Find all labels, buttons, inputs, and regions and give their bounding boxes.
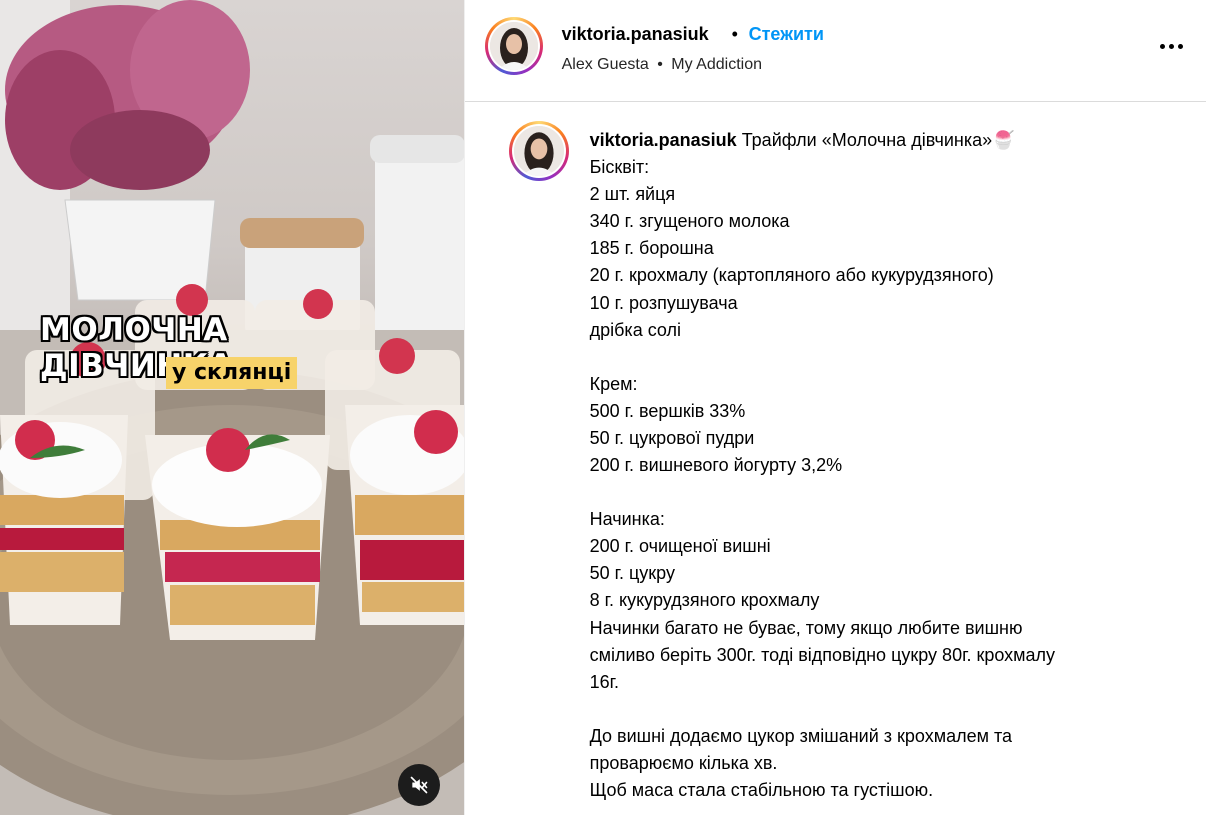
caption-line: 16г. — [589, 671, 619, 692]
caption-line: Щоб маса стала стабільною та густішою. — [589, 779, 934, 800]
header-separator: • — [731, 24, 738, 44]
post-caption: viktoria.panasiuk Трайфли «Молочна дівчи… — [590, 127, 1180, 804]
avatar-photo — [489, 22, 538, 70]
caption-line — [590, 344, 1180, 371]
caption-body: Бісквіт: 2 шт. яйця 340 г. згущеного молок… — [590, 154, 1180, 804]
caption-first-line: viktoria.panasiuk Трайфли «Молочна дівчи… — [590, 127, 1180, 154]
caption-line: Начинка: — [589, 509, 665, 530]
more-options-icon-dot — [1169, 43, 1175, 49]
caption-line: 50 г. цукру — [589, 563, 675, 584]
more-options-icon-dot — [1178, 43, 1184, 49]
author-avatar[interactable] — [484, 17, 543, 75]
post-details: viktoria.panasiuk • Стежити Alex Guesta … — [463, 0, 1206, 815]
caption-line: Крем: — [589, 373, 638, 394]
post-video[interactable]: МОЛОЧНА ДІВЧИНКА у склянці — [0, 0, 464, 815]
caption-username[interactable]: viktoria.panasiuk — [590, 130, 737, 150]
profile-photo-icon — [513, 126, 564, 176]
avatar-photo — [513, 126, 564, 176]
caption-line: 2 шт. яйця — [589, 184, 676, 205]
caption-line: 20 г. крохмалу (картопляного або кукуруд… — [589, 265, 994, 286]
caption-line: дрібка солі — [589, 319, 682, 340]
caption-line: 185 г. борошна — [589, 238, 714, 259]
caption-title: Трайфли «Молочна дівчинка» — [741, 130, 993, 150]
caption-line: Начинки багато не буває, тому якщо любит… — [589, 617, 1023, 638]
audio-artist[interactable]: Alex Guesta — [562, 56, 649, 73]
caption-line: 10 г. розпушувача — [589, 292, 738, 313]
caption-line: Бісквіт: — [589, 157, 650, 178]
caption-line: 340 г. згущеного молока — [589, 211, 790, 232]
avatar-border — [487, 20, 540, 72]
caption-line: сміливо беріть 300г. тоді відповідно цук… — [589, 644, 1056, 665]
caption-line — [590, 696, 1180, 723]
caption-line: 500 г. вершків 33% — [589, 400, 746, 421]
more-options-button[interactable] — [1157, 34, 1187, 58]
audio-track[interactable]: My Addiction — [671, 56, 762, 73]
more-options-icon — [1160, 43, 1166, 49]
video-overlay-subtitle: у склянці — [166, 357, 298, 389]
audio-separator: • — [657, 56, 663, 73]
post-header: viktoria.panasiuk • Стежити Alex Guesta … — [464, 0, 1206, 102]
caption-line: 200 г. вишневого йогурту 3,2% — [589, 455, 843, 476]
follow-button[interactable]: Стежити — [749, 24, 824, 45]
caption-line: До вишні додаємо цукор змішаний з крохма… — [589, 725, 1013, 746]
caption-line: 50 г. цукрової пудри — [589, 427, 755, 448]
shaved-ice-emoji: 🍧 — [992, 130, 1015, 150]
audio-attribution[interactable]: Alex Guesta • My Addiction — [562, 56, 762, 74]
profile-photo-icon — [489, 22, 538, 70]
avatar-border — [511, 124, 566, 178]
caption-line: 8 г. кукурудзяного крохмалу — [589, 590, 820, 611]
mute-button[interactable] — [398, 764, 440, 806]
caption-author-avatar[interactable] — [508, 121, 569, 181]
caption-line: проварюємо кілька хв. — [589, 752, 778, 773]
author-username[interactable]: viktoria.panasiuk — [562, 24, 709, 45]
caption-line: 200 г. очищеної вишні — [589, 536, 771, 557]
caption-line — [590, 479, 1180, 506]
video-frame — [0, 0, 464, 815]
speaker-muted-icon — [410, 776, 428, 794]
post-dialog: МОЛОЧНА ДІВЧИНКА у склянці viktoria.pana… — [0, 0, 1206, 815]
